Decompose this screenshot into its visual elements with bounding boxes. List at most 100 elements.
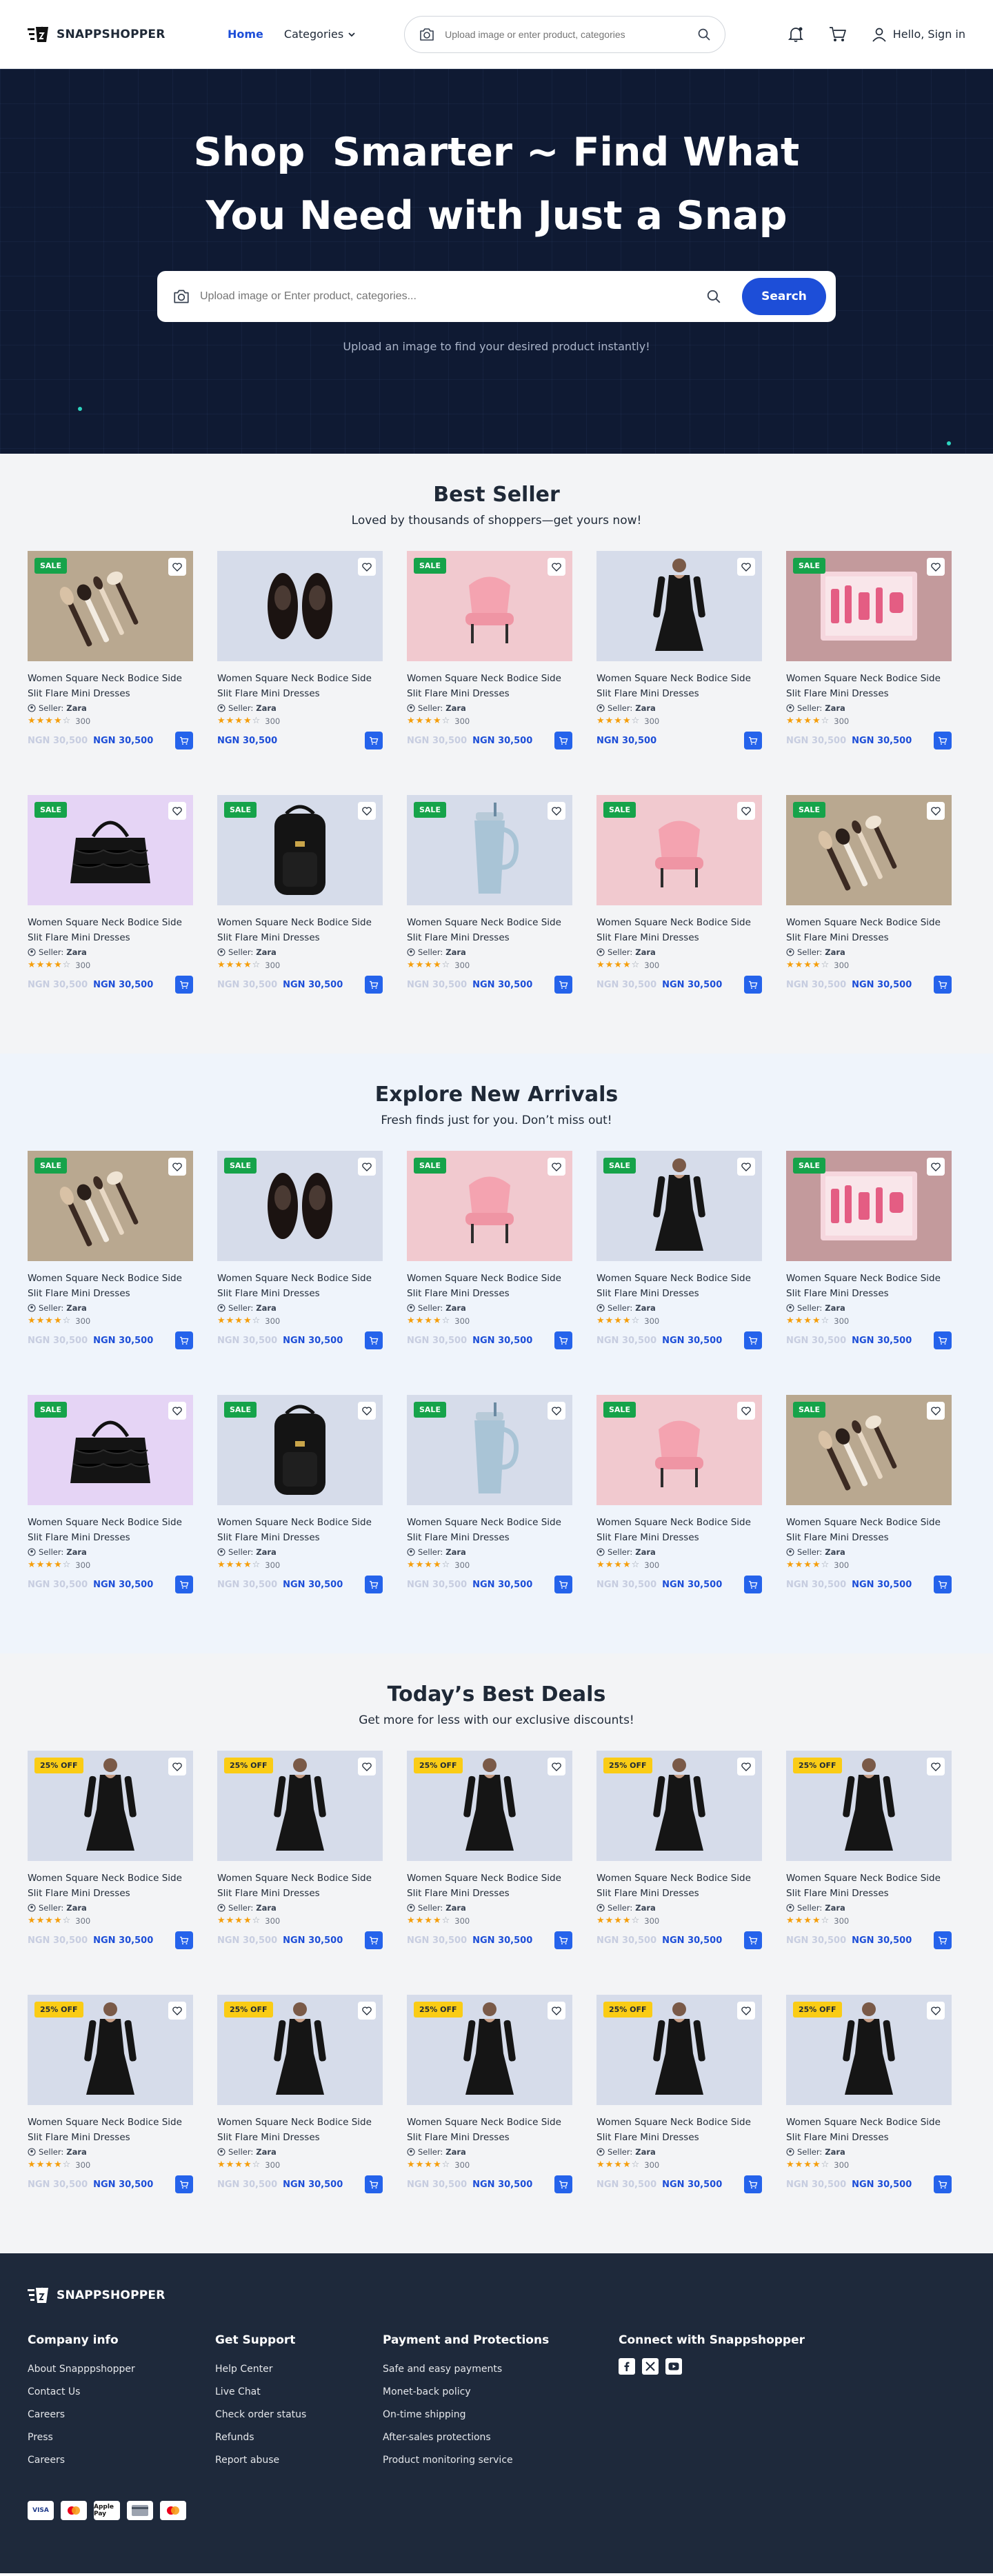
product-card[interactable]: SALE Women Square Neck Bodice Side Slit F… bbox=[217, 1151, 383, 1349]
product-title[interactable]: Women Square Neck Bodice Side Slit Flare… bbox=[786, 671, 952, 701]
product-card[interactable]: 25% OFF Women Square Neck Bodice Side Sli… bbox=[28, 1751, 193, 1949]
favorite-heart-icon[interactable] bbox=[168, 2002, 186, 2020]
facebook-icon[interactable] bbox=[619, 2358, 635, 2375]
add-to-cart-button[interactable] bbox=[744, 1931, 762, 1949]
product-image-beauty-kit[interactable]: SALE bbox=[786, 1151, 952, 1261]
product-title[interactable]: Women Square Neck Bodice Side Slit Flare… bbox=[28, 1515, 193, 1545]
product-title[interactable]: Women Square Neck Bodice Side Slit Flare… bbox=[786, 915, 952, 945]
footer-link[interactable]: Careers bbox=[28, 2449, 215, 2472]
shopping-cart-icon[interactable] bbox=[828, 26, 847, 43]
product-card[interactable]: SALE Women Square Neck Bodice Side Slit F… bbox=[28, 795, 193, 994]
product-image-dress[interactable]: 25% OFF bbox=[596, 1751, 762, 1861]
add-to-cart-button[interactable] bbox=[175, 1931, 193, 1949]
product-title[interactable]: Women Square Neck Bodice Side Slit Flare… bbox=[596, 2115, 762, 2145]
header-search-input[interactable] bbox=[445, 28, 688, 40]
favorite-heart-icon[interactable] bbox=[358, 558, 376, 576]
product-title[interactable]: Women Square Neck Bodice Side Slit Flare… bbox=[28, 1871, 193, 1901]
product-card[interactable]: Women Square Neck Bodice Side Slit Flare… bbox=[217, 551, 383, 749]
favorite-heart-icon[interactable] bbox=[548, 1758, 565, 1775]
product-image-chair[interactable]: SALE bbox=[407, 1151, 572, 1261]
add-to-cart-button[interactable] bbox=[175, 1331, 193, 1349]
product-image-chair[interactable]: SALE bbox=[596, 1395, 762, 1505]
add-to-cart-button[interactable] bbox=[554, 1576, 572, 1593]
camera-icon[interactable] bbox=[419, 27, 435, 42]
footer-link[interactable]: Refunds bbox=[215, 2426, 383, 2449]
product-title[interactable]: Women Square Neck Bodice Side Slit Flare… bbox=[786, 1271, 952, 1301]
product-card[interactable]: SALE Women Square Neck Bodice Side Slit F… bbox=[596, 795, 762, 994]
product-title[interactable]: Women Square Neck Bodice Side Slit Flare… bbox=[217, 915, 383, 945]
favorite-heart-icon[interactable] bbox=[927, 2002, 945, 2020]
footer-link[interactable]: Careers bbox=[28, 2404, 215, 2426]
product-card[interactable]: 25% OFF Women Square Neck Bodice Side Sli… bbox=[28, 1995, 193, 2193]
x-icon[interactable] bbox=[642, 2358, 659, 2375]
footer-link[interactable]: Monet-back policy bbox=[383, 2381, 619, 2404]
footer-link[interactable]: On-time shipping bbox=[383, 2404, 619, 2426]
footer-link[interactable]: Safe and easy payments bbox=[383, 2358, 619, 2381]
product-title[interactable]: Women Square Neck Bodice Side Slit Flare… bbox=[596, 671, 762, 701]
add-to-cart-button[interactable] bbox=[934, 1576, 952, 1593]
favorite-heart-icon[interactable] bbox=[168, 558, 186, 576]
product-card[interactable]: SALE Women Square Neck Bodice Side Slit F… bbox=[786, 551, 952, 749]
product-image-backpack[interactable]: SALE bbox=[217, 1395, 383, 1505]
product-card[interactable]: SALE Women Square Neck Bodice Side Slit F… bbox=[217, 795, 383, 994]
product-card[interactable]: SALE Women Square Neck Bodice Side Slit F… bbox=[28, 1151, 193, 1349]
product-card[interactable]: SALE Women Square Neck Bodice Side Slit F… bbox=[786, 795, 952, 994]
favorite-heart-icon[interactable] bbox=[168, 1158, 186, 1176]
favorite-heart-icon[interactable] bbox=[927, 558, 945, 576]
product-image-dress[interactable] bbox=[596, 551, 762, 661]
add-to-cart-button[interactable] bbox=[554, 1331, 572, 1349]
footer-link[interactable]: Report abuse bbox=[215, 2449, 383, 2472]
favorite-heart-icon[interactable] bbox=[737, 558, 755, 576]
product-title[interactable]: Women Square Neck Bodice Side Slit Flare… bbox=[786, 1871, 952, 1901]
product-card[interactable]: SALE Women Square Neck Bodice Side Slit F… bbox=[407, 1395, 572, 1593]
product-card[interactable]: 25% OFF Women Square Neck Bodice Side Sli… bbox=[596, 1751, 762, 1949]
product-card[interactable]: SALE Women Square Neck Bodice Side Slit F… bbox=[407, 551, 572, 749]
search-icon[interactable] bbox=[706, 289, 721, 304]
add-to-cart-button[interactable] bbox=[175, 732, 193, 749]
footer-link[interactable]: After-sales protections bbox=[383, 2426, 619, 2449]
nav-categories-dropdown[interactable]: Categories bbox=[284, 28, 356, 41]
favorite-heart-icon[interactable] bbox=[737, 1158, 755, 1176]
product-image-dress[interactable]: 25% OFF bbox=[28, 1751, 193, 1861]
product-image-handbag[interactable]: SALE bbox=[28, 1395, 193, 1505]
footer-link[interactable]: About Snapppshopper bbox=[28, 2358, 215, 2381]
favorite-heart-icon[interactable] bbox=[168, 1758, 186, 1775]
product-title[interactable]: Women Square Neck Bodice Side Slit Flare… bbox=[217, 1515, 383, 1545]
product-title[interactable]: Women Square Neck Bodice Side Slit Flare… bbox=[786, 2115, 952, 2145]
favorite-heart-icon[interactable] bbox=[168, 802, 186, 820]
add-to-cart-button[interactable] bbox=[365, 976, 383, 994]
product-card[interactable]: 25% OFF Women Square Neck Bodice Side Sli… bbox=[596, 1995, 762, 2193]
notification-bell-icon[interactable] bbox=[787, 26, 805, 43]
add-to-cart-button[interactable] bbox=[365, 1931, 383, 1949]
add-to-cart-button[interactable] bbox=[175, 976, 193, 994]
product-image-tumbler[interactable]: SALE bbox=[407, 795, 572, 905]
product-title[interactable]: Women Square Neck Bodice Side Slit Flare… bbox=[407, 1871, 572, 1901]
footer-link[interactable]: Contact Us bbox=[28, 2381, 215, 2404]
product-title[interactable]: Women Square Neck Bodice Side Slit Flare… bbox=[596, 1271, 762, 1301]
hero-search-input[interactable] bbox=[200, 290, 696, 303]
favorite-heart-icon[interactable] bbox=[548, 802, 565, 820]
add-to-cart-button[interactable] bbox=[934, 1331, 952, 1349]
add-to-cart-button[interactable] bbox=[175, 1576, 193, 1593]
product-card[interactable]: Women Square Neck Bodice Side Slit Flare… bbox=[596, 551, 762, 749]
product-image-dress[interactable]: SALE bbox=[596, 1151, 762, 1261]
add-to-cart-button[interactable] bbox=[934, 2175, 952, 2193]
product-title[interactable]: Women Square Neck Bodice Side Slit Flare… bbox=[28, 1271, 193, 1301]
favorite-heart-icon[interactable] bbox=[737, 1402, 755, 1420]
product-card[interactable]: 25% OFF Women Square Neck Bodice Side Sli… bbox=[786, 1751, 952, 1949]
product-title[interactable]: Women Square Neck Bodice Side Slit Flare… bbox=[28, 671, 193, 701]
footer-link[interactable]: Live Chat bbox=[215, 2381, 383, 2404]
add-to-cart-button[interactable] bbox=[554, 2175, 572, 2193]
add-to-cart-button[interactable] bbox=[744, 2175, 762, 2193]
add-to-cart-button[interactable] bbox=[554, 976, 572, 994]
product-image-chair[interactable]: SALE bbox=[596, 795, 762, 905]
add-to-cart-button[interactable] bbox=[744, 976, 762, 994]
add-to-cart-button[interactable] bbox=[744, 1331, 762, 1349]
youtube-icon[interactable] bbox=[665, 2358, 682, 2375]
product-image-brushes[interactable]: SALE bbox=[786, 795, 952, 905]
add-to-cart-button[interactable] bbox=[365, 2175, 383, 2193]
favorite-heart-icon[interactable] bbox=[548, 2002, 565, 2020]
product-title[interactable]: Women Square Neck Bodice Side Slit Flare… bbox=[217, 1871, 383, 1901]
sign-in-link[interactable]: Hello, Sign in bbox=[871, 26, 965, 43]
product-card[interactable]: SALE Women Square Neck Bodice Side Slit F… bbox=[596, 1395, 762, 1593]
